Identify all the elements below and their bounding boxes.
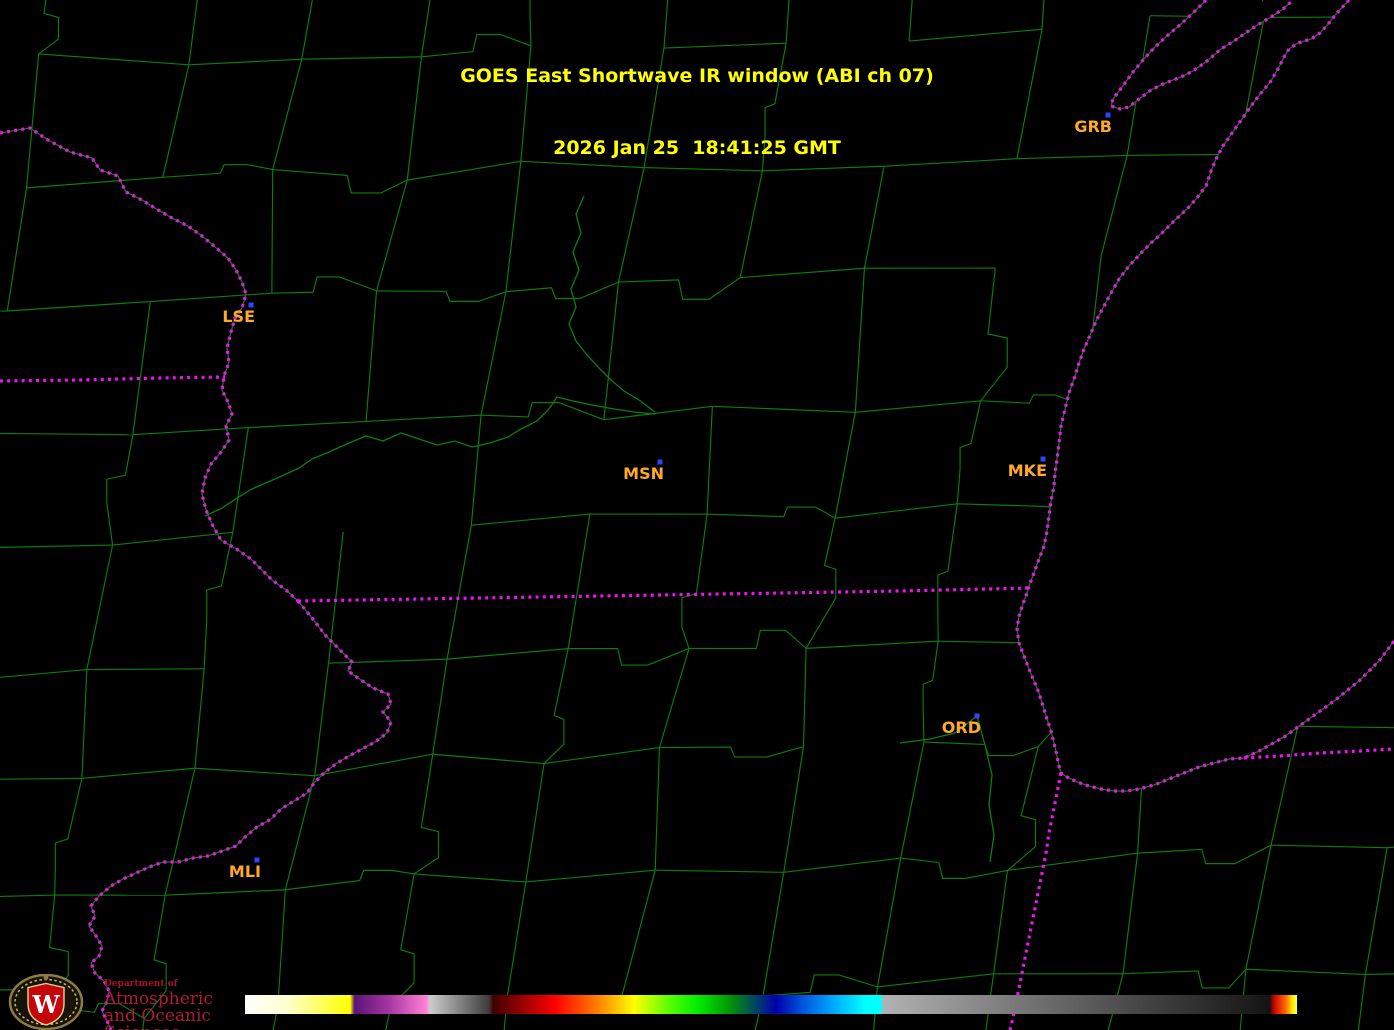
logo-text: Department of Atmospheric and Oceanic Sc…: [104, 980, 264, 1030]
station-label-MKE: MKE: [1008, 461, 1047, 480]
station-label-MLI: MLI: [229, 862, 261, 881]
ir-temperature-colorbar: [245, 995, 1297, 1014]
river-lines-layer: [205, 196, 994, 862]
il-in-border-dotted: [1010, 773, 1061, 1030]
mississippi-lower-green: [89, 601, 391, 1030]
station-label-LSE: LSE: [222, 307, 255, 326]
satellite-map-view: GRBLSEMSNMKEORDMLI GOES East Shortwave I…: [0, 0, 1394, 1030]
wi-il-border-dotted: [298, 588, 1032, 601]
logo-name-line2: and Oceanic Sciences: [104, 1008, 264, 1030]
title-line-2: 2026 Jan 25 18:41:25 GMT: [0, 136, 1394, 160]
mississippi-lower-dotted: [89, 601, 391, 1030]
logo-dept-label: Department of: [104, 980, 264, 989]
in-border-east-dotted: [1244, 749, 1394, 758]
image-title: GOES East Shortwave IR window (ABI ch 07…: [0, 16, 1394, 208]
station-label-ORD: ORD: [942, 718, 981, 737]
title-line-1: GOES East Shortwave IR window (ABI ch 07…: [0, 64, 1394, 88]
station-markers-layer: GRBLSEMSNMKEORDMLI: [222, 113, 1112, 882]
wisconsin-river-upper: [569, 196, 655, 412]
wisconsin-river: [205, 397, 655, 516]
uw-aos-logo: W Department of Atmospheric and Oceanic …: [4, 974, 264, 1030]
mn-ia-border-dotted: [0, 377, 225, 381]
station-label-MSN: MSN: [623, 464, 664, 483]
svg-text:W: W: [32, 990, 61, 1019]
uw-crest-icon: W: [4, 974, 96, 1030]
